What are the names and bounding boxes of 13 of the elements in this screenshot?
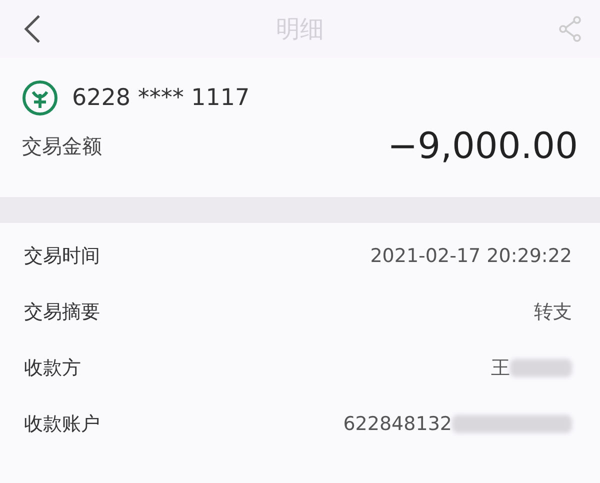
bank-logo-icon — [22, 80, 58, 116]
back-button[interactable] — [22, 14, 42, 44]
amount-label: 交易金额 — [22, 133, 102, 160]
detail-value: 王 — [491, 356, 510, 381]
detail-label: 交易时间 — [24, 244, 100, 269]
detail-value: 转支 — [534, 300, 572, 325]
detail-label: 收款账户 — [24, 412, 100, 437]
detail-label: 收款方 — [24, 356, 81, 381]
detail-value: 2021-02-17 20:29:22 — [370, 245, 572, 267]
amount-value: −9,000.00 — [388, 126, 578, 167]
detail-value: 622848132 — [343, 413, 452, 435]
detail-label: 交易摘要 — [24, 300, 100, 325]
account-number: 6228 **** 1117 — [72, 85, 250, 111]
